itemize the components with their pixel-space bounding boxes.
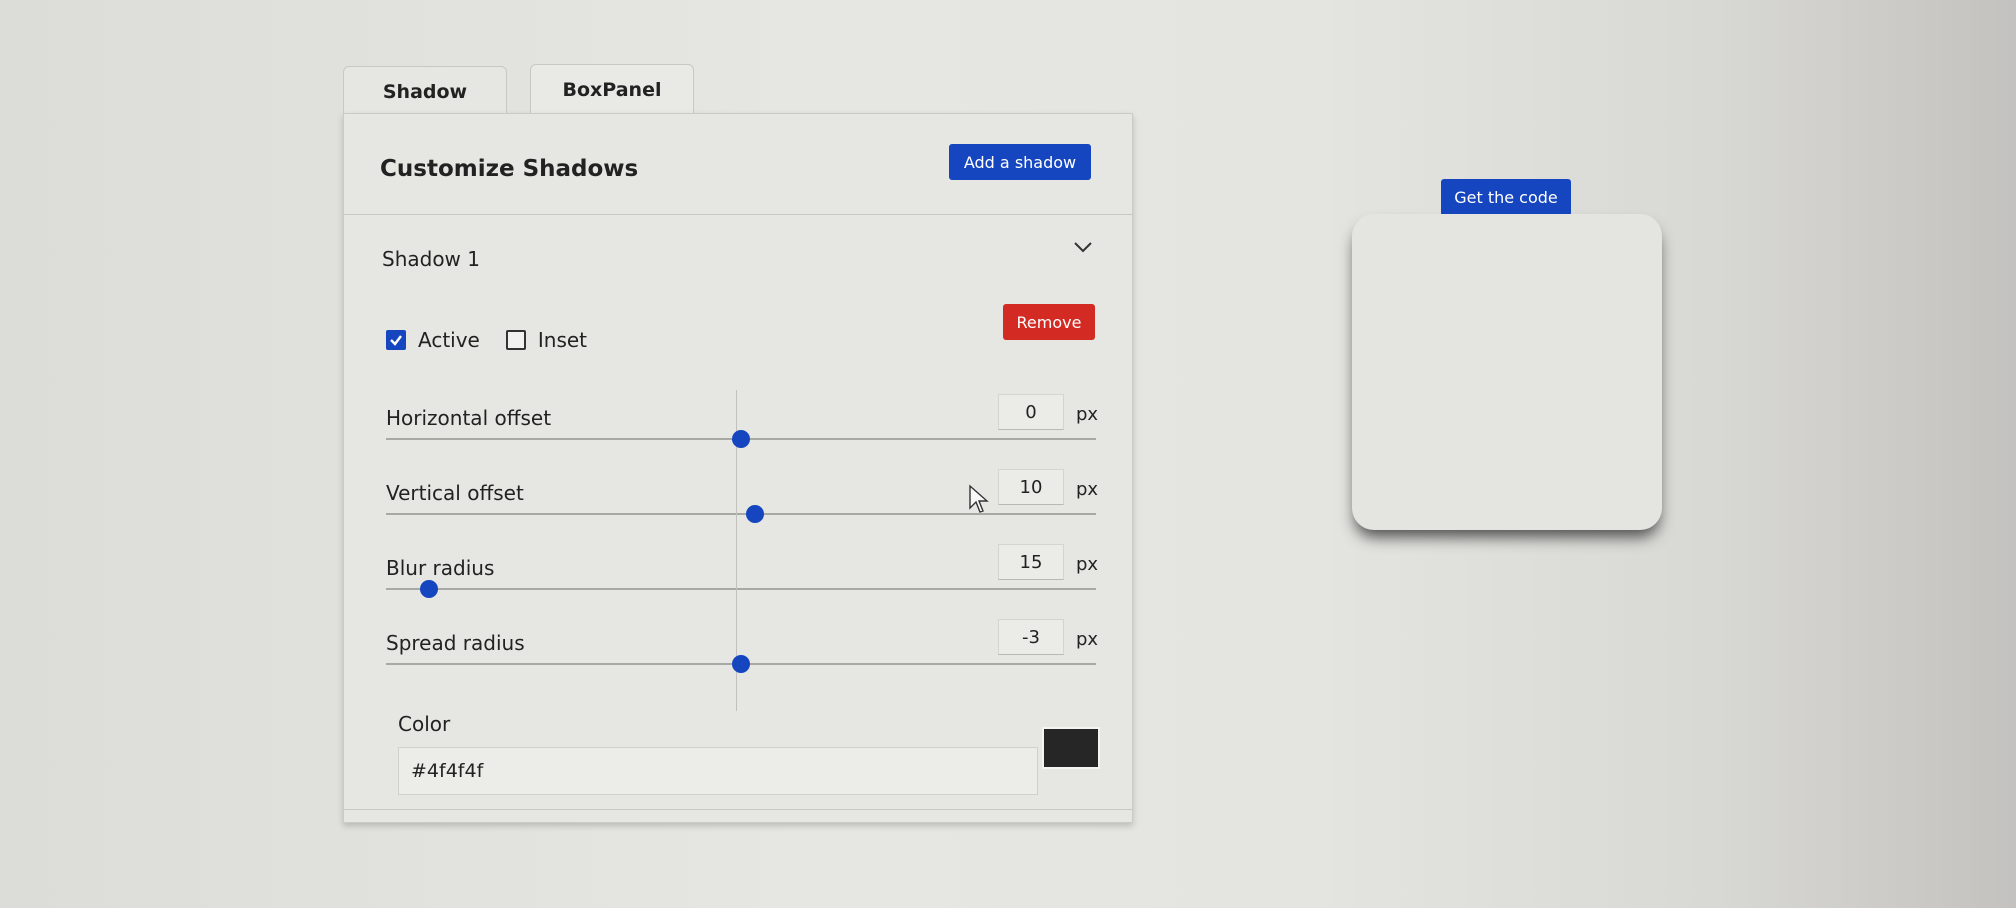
spread-radius-label: Spread radius bbox=[386, 631, 525, 655]
chevron-down-icon[interactable] bbox=[1070, 234, 1096, 260]
horizontal-offset-label: Horizontal offset bbox=[386, 406, 552, 430]
vertical-offset-input[interactable]: 10 bbox=[998, 469, 1064, 505]
horizontal-offset-row: Horizontal offset 0 px bbox=[386, 390, 1099, 486]
blur-radius-label: Blur radius bbox=[386, 556, 495, 580]
tab-shadow-label: Shadow bbox=[382, 81, 468, 103]
get-code-button[interactable]: Get the code bbox=[1441, 179, 1571, 216]
blur-radius-input[interactable]: 15 bbox=[998, 544, 1064, 580]
spread-radius-slider[interactable] bbox=[386, 615, 1096, 711]
color-hex-input[interactable]: #4f4f4f bbox=[398, 747, 1038, 795]
blur-radius-row: Blur radius 15 px bbox=[386, 540, 1099, 636]
color-swatch[interactable] bbox=[1042, 727, 1100, 769]
add-shadow-button[interactable]: Add a shadow bbox=[949, 144, 1091, 180]
horizontal-offset-slider[interactable] bbox=[386, 390, 1096, 486]
spread-radius-input[interactable]: -3 bbox=[998, 619, 1064, 655]
color-label: Color bbox=[398, 712, 451, 736]
horizontal-offset-thumb[interactable] bbox=[732, 430, 750, 448]
preview-box bbox=[1352, 214, 1662, 530]
panel-title: Customize Shadows bbox=[380, 156, 639, 182]
vertical-offset-thumb[interactable] bbox=[746, 505, 765, 523]
active-checkbox[interactable] bbox=[386, 330, 406, 350]
panel-divider bbox=[344, 809, 1132, 810]
vertical-offset-label: Vertical offset bbox=[386, 481, 524, 505]
active-label: Active bbox=[418, 328, 480, 352]
inset-checkbox[interactable] bbox=[505, 330, 526, 350]
tab-shadow[interactable]: Shadow bbox=[343, 66, 507, 117]
tab-boxpanel-label: BoxPanel bbox=[562, 79, 662, 101]
remove-shadow-button[interactable]: Remove bbox=[1003, 304, 1095, 340]
shadow-options: Active Inset bbox=[386, 328, 613, 352]
check-icon bbox=[390, 335, 402, 346]
blur-radius-thumb[interactable] bbox=[419, 580, 438, 598]
spread-radius-unit: px bbox=[1076, 629, 1099, 650]
mouse-cursor-icon bbox=[969, 484, 989, 513]
horizontal-offset-input[interactable]: 0 bbox=[998, 394, 1064, 430]
spread-radius-row: Spread radius -3 px bbox=[386, 615, 1099, 711]
blur-radius-unit: px bbox=[1076, 554, 1099, 575]
vertical-offset-unit: px bbox=[1076, 479, 1099, 500]
spread-radius-thumb[interactable] bbox=[732, 655, 750, 673]
shadow-title: Shadow 1 bbox=[382, 247, 480, 271]
tab-boxpanel[interactable]: BoxPanel bbox=[530, 64, 694, 115]
panel-header: Customize Shadows Add a shadow bbox=[344, 114, 1132, 215]
shadow-panel: Customize Shadows Add a shadow Shadow 1 … bbox=[343, 113, 1133, 823]
inset-label: Inset bbox=[537, 328, 588, 352]
blur-radius-slider[interactable] bbox=[386, 540, 1096, 636]
horizontal-offset-unit: px bbox=[1076, 404, 1099, 425]
